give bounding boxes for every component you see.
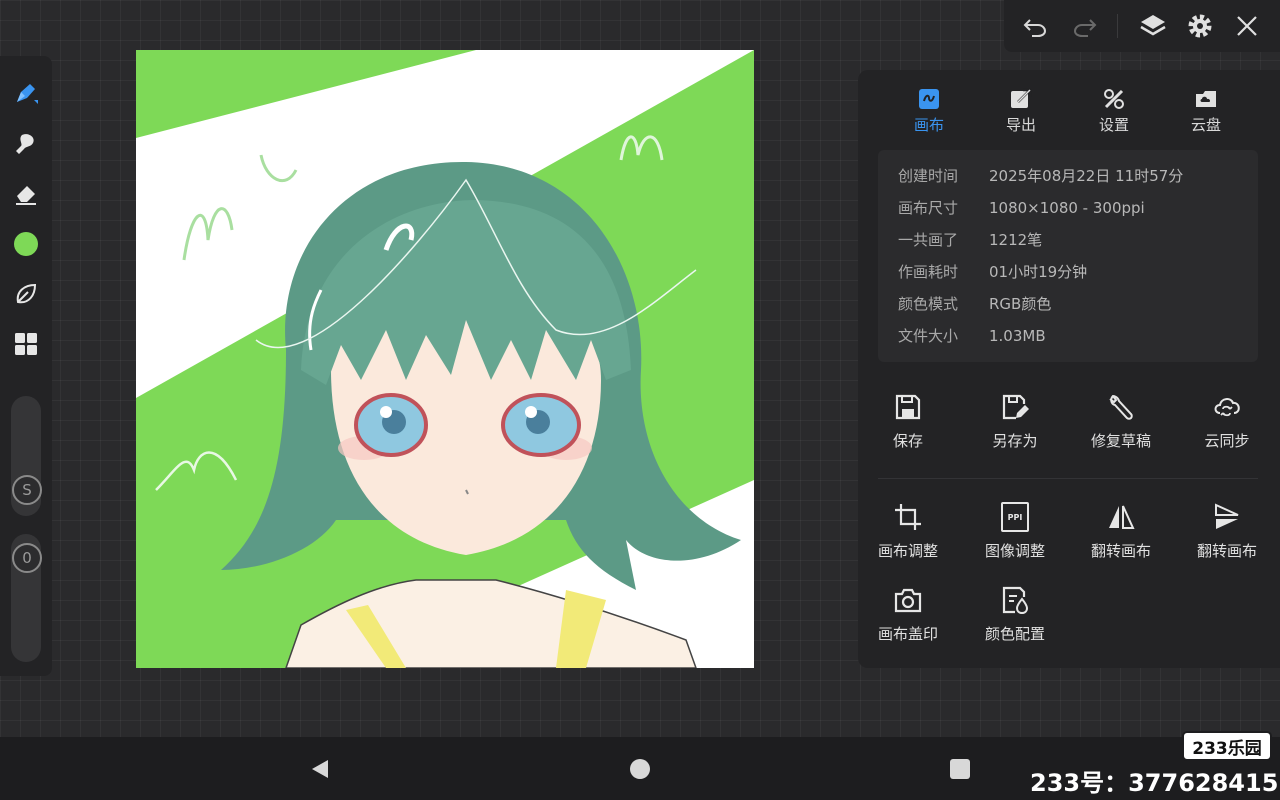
brush-size-slider[interactable]: S — [11, 396, 42, 516]
canvas-adjust-button[interactable]: 画布调整 — [855, 502, 961, 561]
save-button[interactable]: 保存 — [855, 392, 961, 451]
info-row: 一共画了 1212笔 — [898, 229, 1042, 251]
info-key: 文件大小 — [898, 327, 959, 345]
cloud-sync-icon — [1174, 392, 1280, 422]
color-config-button[interactable]: 颜色配置 — [962, 585, 1068, 644]
close-icon[interactable] — [1233, 12, 1261, 40]
save-as-icon — [962, 392, 1068, 422]
tab-label: 云盘 — [1190, 116, 1221, 134]
opacity-slider[interactable]: 0 — [11, 534, 42, 662]
drawing-canvas[interactable] — [136, 50, 754, 668]
camera-stamp-icon — [855, 585, 961, 615]
crop-icon — [855, 502, 961, 532]
action-label: 图像调整 — [984, 542, 1045, 560]
repair-wrench-icon — [1068, 392, 1174, 422]
left-toolbar: S 0 — [0, 56, 52, 676]
brush-tool-icon[interactable] — [10, 78, 42, 110]
flip-horizontal-icon — [1068, 502, 1174, 532]
action-label: 保存 — [892, 432, 923, 450]
action-label: 修复草稿 — [1090, 432, 1151, 450]
tab-export[interactable]: 导出 — [986, 84, 1056, 136]
action-label: 画布调整 — [877, 542, 938, 560]
grid-apps-icon[interactable] — [10, 328, 42, 360]
info-value: 2025年08月22日 11时57分 — [989, 167, 1184, 185]
action-label: 云同步 — [1204, 432, 1250, 450]
save-as-button[interactable]: 另存为 — [962, 392, 1068, 451]
flip-canvas-horizontal-button[interactable]: 翻转画布 — [1068, 502, 1174, 561]
ppi-icon-text: PPI — [1001, 502, 1029, 532]
ppi-icon: PPI — [962, 502, 1068, 532]
flip-vertical-icon — [1174, 502, 1280, 532]
eraser-tool-icon[interactable] — [10, 178, 42, 210]
tab-canvas[interactable]: 画布 — [894, 84, 964, 136]
info-key: 一共画了 — [898, 231, 959, 249]
watermark-logo: 233乐园 — [1182, 731, 1272, 761]
canvas-icon — [894, 84, 964, 110]
action-label: 颜色配置 — [984, 625, 1045, 643]
action-label: 画布盖印 — [877, 625, 938, 643]
flip-canvas-vertical-button[interactable]: 翻转画布 — [1174, 502, 1280, 561]
canvas-stamp-button[interactable]: 画布盖印 — [855, 585, 961, 644]
tools-icon — [1079, 84, 1149, 110]
info-key: 画布尺寸 — [898, 199, 959, 217]
color-swatch[interactable] — [10, 228, 42, 260]
top-toolbar — [1004, 0, 1280, 52]
tab-label: 画布 — [913, 116, 944, 134]
info-row: 文件大小 1.03MB — [898, 325, 1046, 347]
action-label: 翻转画布 — [1090, 542, 1151, 560]
recents-square-icon[interactable] — [950, 759, 970, 779]
info-row: 颜色模式 RGB颜色 — [898, 293, 1051, 315]
info-value: 1.03MB — [989, 327, 1046, 345]
undo-icon[interactable] — [1021, 12, 1049, 40]
export-icon — [986, 84, 1056, 110]
info-key: 创建时间 — [898, 167, 959, 185]
tab-cloud-drive[interactable]: 云盘 — [1171, 84, 1241, 136]
image-adjust-button[interactable]: PPI 图像调整 — [962, 502, 1068, 561]
info-value: 01小时19分钟 — [989, 263, 1088, 281]
info-key: 颜色模式 — [898, 295, 959, 313]
artwork — [136, 50, 754, 668]
info-row: 画布尺寸 1080×1080 - 300ppi — [898, 197, 1145, 219]
info-value: 1212笔 — [989, 231, 1043, 249]
info-value: 1080×1080 - 300ppi — [989, 199, 1145, 217]
size-slider-knob[interactable]: S — [12, 475, 42, 505]
back-triangle-icon[interactable] — [308, 757, 332, 781]
info-row: 作画耗时 01小时19分钟 — [898, 261, 1087, 283]
color-profile-icon — [962, 585, 1068, 615]
info-key: 作画耗时 — [898, 263, 959, 281]
leaf-brush-icon[interactable] — [10, 278, 42, 310]
opacity-slider-knob[interactable]: 0 — [12, 543, 42, 573]
settings-gear-icon[interactable] — [1186, 12, 1214, 40]
tab-label: 设置 — [1098, 116, 1129, 134]
info-row: 创建时间 2025年08月22日 11时57分 — [898, 165, 1183, 187]
action-label: 翻转画布 — [1196, 542, 1257, 560]
tab-settings[interactable]: 设置 — [1079, 84, 1149, 136]
home-circle-icon[interactable] — [630, 759, 650, 779]
repair-draft-button[interactable]: 修复草稿 — [1068, 392, 1174, 451]
watermark-id: 233号：377628415 — [1030, 769, 1279, 797]
cloud-sync-button[interactable]: 云同步 — [1174, 392, 1280, 451]
toolbar-divider — [1117, 14, 1118, 38]
smudge-tool-icon[interactable] — [10, 128, 42, 160]
save-icon — [855, 392, 961, 422]
info-value: RGB颜色 — [989, 295, 1052, 313]
action-label: 另存为 — [992, 432, 1038, 450]
section-divider — [878, 478, 1258, 479]
cloud-drive-icon — [1171, 84, 1241, 110]
layers-icon[interactable] — [1139, 12, 1167, 40]
redo-icon[interactable] — [1071, 12, 1099, 40]
canvas-info-block: 创建时间 2025年08月22日 11时57分 画布尺寸 1080×1080 - 3… — [878, 150, 1258, 362]
tab-label: 导出 — [1005, 116, 1036, 134]
canvas-info-panel: 画布 导出 设置 云盘 创建时间 2025年08月22日 11时57分 画布尺寸 1… — [858, 70, 1280, 668]
